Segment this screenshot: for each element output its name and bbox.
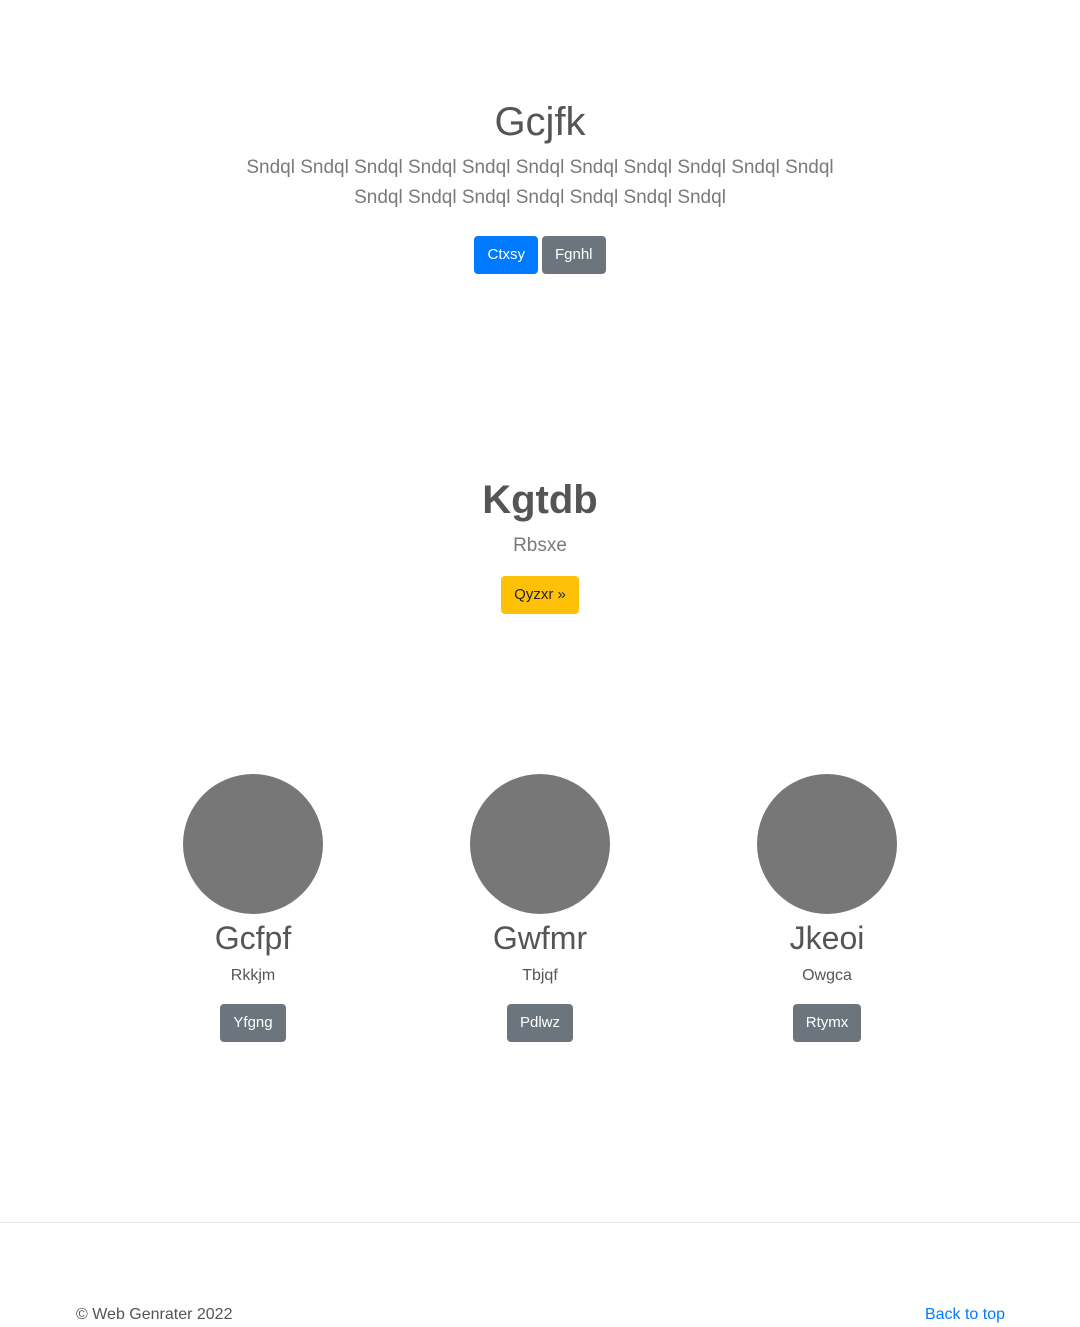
profile-card: Gcfpf Rkkjm Yfgng xyxy=(103,774,403,1042)
avatar-placeholder xyxy=(470,774,610,914)
card-name: Jkeoi xyxy=(789,920,865,956)
footer-copyright: © Web Genrater 2022 xyxy=(76,1306,233,1323)
feature-subtitle: Rbsxe xyxy=(513,535,567,556)
profile-card: Gwfmr Tbjqf Pdlwz xyxy=(390,774,690,1042)
hero-primary-button[interactable]: Ctxsy xyxy=(474,236,538,274)
hero-button-group: Ctxsy Fgnhl xyxy=(0,236,1080,274)
avatar-placeholder xyxy=(757,774,897,914)
card-name: Gcfpf xyxy=(214,920,292,956)
hero-secondary-button[interactable]: Fgnhl xyxy=(541,236,606,274)
card-subtitle: Rkkjm xyxy=(230,967,276,984)
card-button[interactable]: Pdlwz xyxy=(506,1004,573,1042)
profile-card: Jkeoi Owgca Rtymx xyxy=(677,774,977,1042)
card-button[interactable]: Rtymx xyxy=(792,1004,862,1042)
feature-button[interactable]: Qyzxr » xyxy=(501,576,579,614)
hero-title: Gcjfk xyxy=(494,100,586,144)
card-button[interactable]: Yfgng xyxy=(220,1004,286,1042)
hero-lead-text: Sndql Sndql Sndql Sndql Sndql Sndql Sndq… xyxy=(246,157,834,208)
feature-button-wrap: Qyzxr » xyxy=(0,576,1080,614)
card-subtitle: Tbjqf xyxy=(522,967,558,984)
card-button-wrap: Yfgng xyxy=(103,1004,403,1042)
card-button-wrap: Pdlwz xyxy=(390,1004,690,1042)
avatar-placeholder xyxy=(183,774,323,914)
card-button-wrap: Rtymx xyxy=(677,1004,977,1042)
card-name: Gwfmr xyxy=(492,920,588,956)
feature-title: Kgtdb xyxy=(482,478,598,522)
back-to-top-link[interactable]: Back to top xyxy=(925,1305,1005,1325)
footer-divider xyxy=(0,1222,1080,1223)
card-subtitle: Owgca xyxy=(802,967,852,984)
